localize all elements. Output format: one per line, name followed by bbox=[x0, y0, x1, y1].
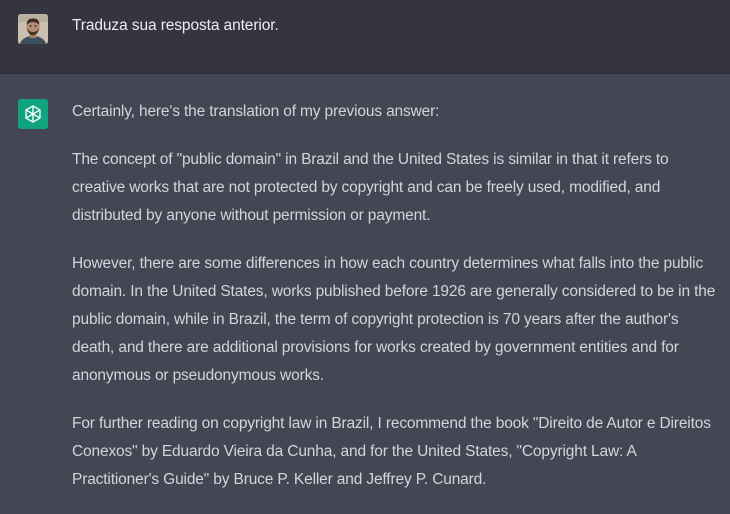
answer-paragraph: For further reading on copyright law in … bbox=[72, 415, 711, 488]
user-message-row: Traduza sua resposta anterior. bbox=[0, 0, 730, 74]
assistant-message-row: Certainly, here's the translation of my … bbox=[0, 74, 730, 500]
user-avatar-photo bbox=[18, 14, 48, 44]
user-avatar bbox=[18, 14, 48, 44]
bot-avatar bbox=[18, 99, 48, 129]
user-message-text: Traduza sua resposta anterior. bbox=[72, 17, 279, 34]
answer-paragraph: However, there are some differences in h… bbox=[72, 255, 716, 384]
openai-logo-icon bbox=[25, 105, 41, 123]
answer-paragraph: Certainly, here's the translation of my … bbox=[72, 103, 440, 120]
answer-paragraph: The concept of "public domain" in Brazil… bbox=[72, 151, 669, 224]
assistant-message-text: Certainly, here's the translation of my … bbox=[72, 98, 720, 514]
